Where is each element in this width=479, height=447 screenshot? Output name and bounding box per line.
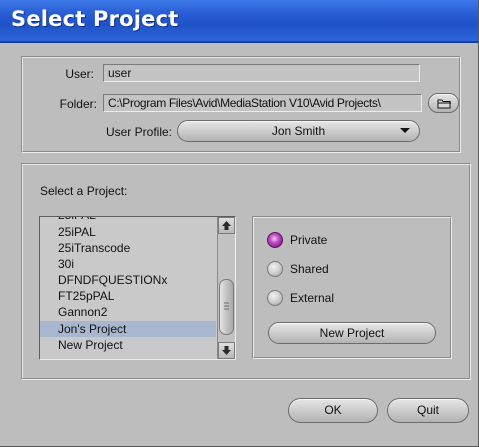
user-profile-label: User Profile: <box>105 125 172 139</box>
folder-path-field[interactable]: C:\Program Files\Avid\MediaStation V10\A… <box>103 94 422 112</box>
list-item[interactable]: DFNDFQUESTIONx <box>40 272 216 288</box>
select-project-label: Select a Project: <box>40 184 128 198</box>
browse-folder-button[interactable] <box>428 93 459 113</box>
list-item[interactable]: FT25pPAL <box>40 288 216 304</box>
radio-selected-icon <box>267 232 283 248</box>
list-item[interactable]: New Project <box>40 337 216 353</box>
radio-external[interactable]: External <box>265 288 375 308</box>
list-item[interactable]: 30i <box>40 256 216 272</box>
radio-private[interactable]: Private <box>265 230 375 250</box>
list-item-selected[interactable]: Jon's Project <box>40 321 216 337</box>
quit-button[interactable]: Quit <box>387 398 469 423</box>
chevron-down-icon <box>400 128 410 133</box>
user-profile-value: Jon Smith <box>271 124 326 138</box>
arrow-up-icon <box>222 221 231 230</box>
radio-label: Shared <box>290 262 329 276</box>
scroll-up-button[interactable] <box>218 217 235 234</box>
radio-icon <box>267 290 283 306</box>
folder-icon <box>437 98 452 112</box>
scroll-down-button[interactable] <box>218 342 235 359</box>
radio-label: External <box>290 291 335 305</box>
arrow-down-icon <box>222 346 231 355</box>
radio-label: Private <box>290 233 328 247</box>
user-profile-dropdown[interactable]: Jon Smith <box>177 120 420 142</box>
window-title: Select Project <box>11 7 179 31</box>
list-item[interactable]: 25iPAL <box>40 224 216 240</box>
select-project-dialog: Select Project User: user Folder: C:\Pro… <box>0 0 479 447</box>
folder-label: Folder: <box>59 97 97 111</box>
radio-shared[interactable]: Shared <box>265 259 375 279</box>
project-list-scrollbar[interactable] <box>217 217 235 359</box>
list-item[interactable]: Gannon2 <box>40 304 216 320</box>
list-item[interactable]: 25iTranscode <box>40 240 216 256</box>
user-label: User: <box>65 67 94 81</box>
radio-icon <box>267 261 283 277</box>
ok-button[interactable]: OK <box>288 398 378 423</box>
scrollbar-thumb[interactable] <box>219 279 234 335</box>
title-bar[interactable]: Select Project <box>0 0 478 43</box>
grip-icon <box>224 302 229 310</box>
new-project-button[interactable]: New Project <box>268 322 436 344</box>
user-field: user <box>103 64 420 82</box>
list-item[interactable]: 25iPAL <box>40 217 216 223</box>
project-list[interactable]: 25iPAL 25iPAL 25iTranscode 30i DFNDFQUES… <box>39 216 236 360</box>
